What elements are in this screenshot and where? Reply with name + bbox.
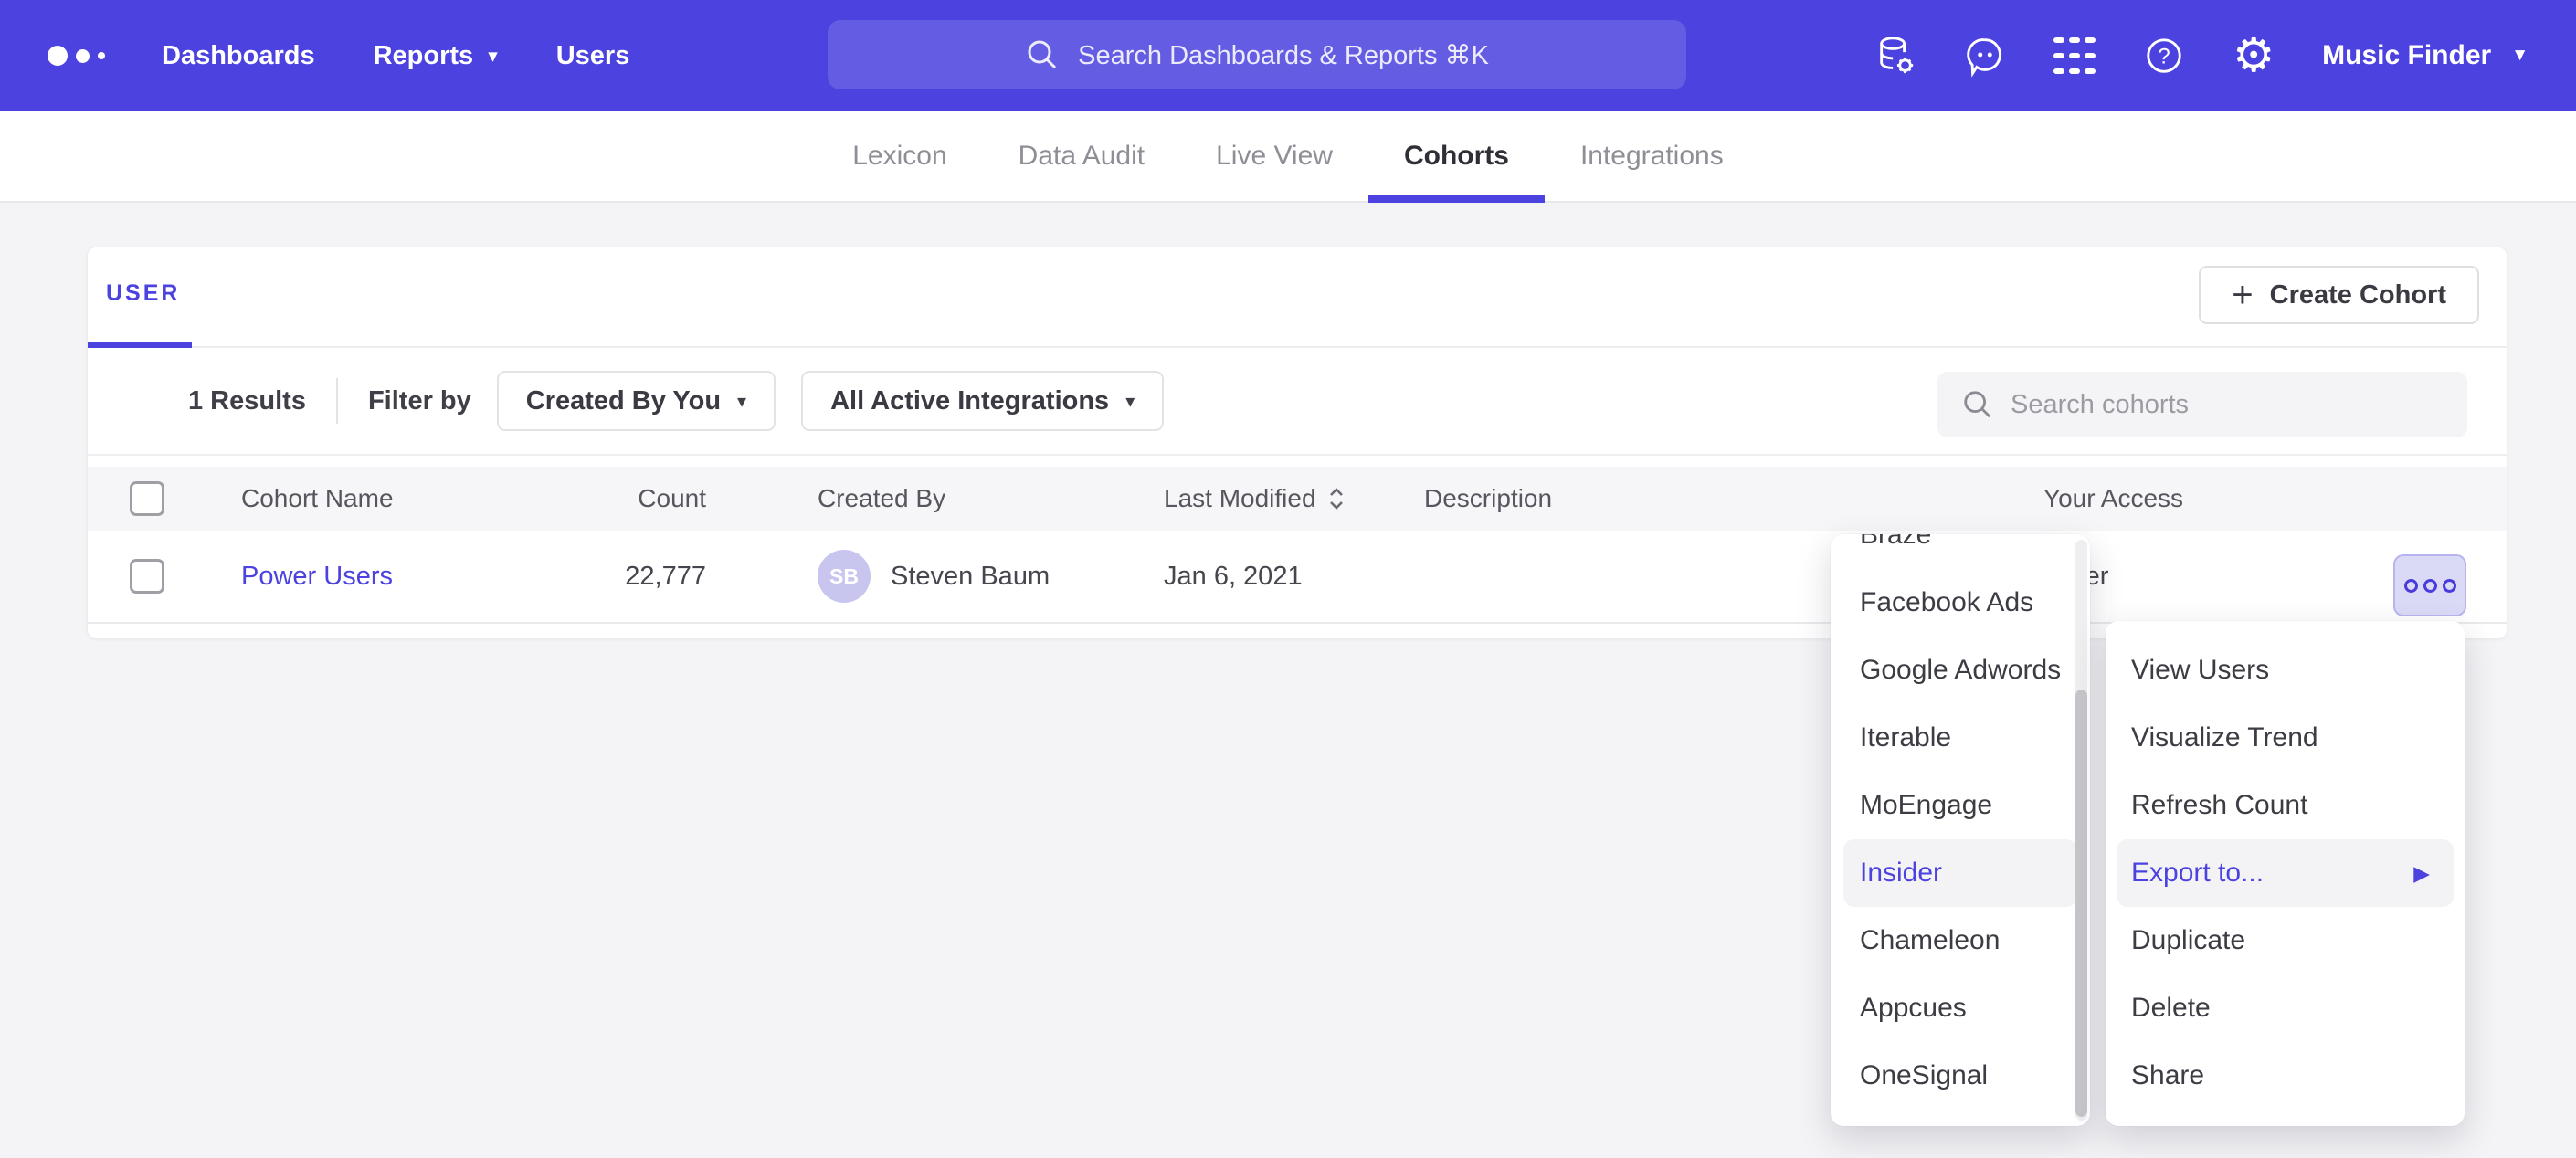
ellipsis-circle <box>2443 579 2456 593</box>
col-description[interactable]: Description <box>1424 467 1552 531</box>
cohort-search-box <box>1937 372 2467 437</box>
tab-integrations[interactable]: Integrations <box>1545 111 1759 201</box>
col-created-by[interactable]: Created By <box>818 467 945 531</box>
menu-item-view-users[interactable]: View Users <box>2106 637 2465 704</box>
menu-item-google-adwords[interactable]: Google Adwords <box>1831 637 2090 704</box>
cohort-name-link[interactable]: Power Users <box>241 531 393 622</box>
tab-user-cohorts[interactable]: USER <box>106 280 180 307</box>
col-last-modified-label: Last Modified <box>1164 467 1316 531</box>
results-count: 1 Results <box>188 386 306 416</box>
cohort-type-tabs: USER + Create Cohort <box>88 247 2507 348</box>
cohorts-page: Dashboards Reports ▾ Users Search Dashboa… <box>0 0 2576 1158</box>
menu-item-iterable[interactable]: Iterable <box>1831 704 2090 772</box>
logo-dot <box>98 52 105 59</box>
chevron-down-icon: ▾ <box>488 45 498 68</box>
integrations-dropdown[interactable]: All Active Integrations ▾ <box>801 371 1164 431</box>
menu-item-delete[interactable]: Delete <box>2106 974 2465 1042</box>
divider <box>336 378 338 424</box>
search-icon <box>1961 388 1994 421</box>
project-name: Music Finder <box>2322 40 2491 71</box>
cohort-count: 22,777 <box>499 531 706 622</box>
menu-item-insider[interactable]: Insider <box>1843 839 2077 907</box>
col-last-modified[interactable]: Last Modified <box>1164 467 1346 531</box>
cohort-search-input[interactable] <box>2011 390 2467 420</box>
svg-text:?: ? <box>2158 45 2170 69</box>
sort-up-down-icon[interactable] <box>1327 485 1346 512</box>
chevron-down-icon: ▾ <box>1125 390 1135 413</box>
row-actions-button[interactable] <box>2393 554 2466 616</box>
select-all-checkbox[interactable] <box>130 481 164 516</box>
menu-item-share[interactable]: Share <box>2106 1042 2465 1110</box>
export-to-label: Export to... <box>2131 858 2264 889</box>
menu-item-onesignal[interactable]: OneSignal <box>1831 1042 2090 1110</box>
created-by-name: Steven Baum <box>891 531 1050 622</box>
scrollbar-thumb[interactable] <box>2075 690 2087 1117</box>
active-tab-underline <box>88 342 192 348</box>
nav-dashboards[interactable]: Dashboards <box>162 41 315 71</box>
ellipsis-circle <box>2423 579 2437 593</box>
created-by-dropdown[interactable]: Created By You ▾ <box>497 371 776 431</box>
feedback-bubble-icon[interactable] <box>1964 35 2006 77</box>
table-header: Cohort Name Count Created By Last Modifi… <box>88 467 2507 531</box>
create-cohort-label: Create Cohort <box>2270 280 2446 311</box>
cohorts-card: USER + Create Cohort 1 Results Filter by… <box>87 247 2507 639</box>
help-icon[interactable]: ? <box>2143 35 2185 77</box>
last-modified-date: Jan 6, 2021 <box>1164 531 1303 622</box>
menu-item-appcues[interactable]: Appcues <box>1831 974 2090 1042</box>
settings-gear-icon[interactable]: ⚙ <box>2233 35 2275 77</box>
table-row: Power Users 22,777 SB Steven Baum Jan 6,… <box>88 531 2507 624</box>
menu-item-moengage[interactable]: MoEngage <box>1831 772 2090 839</box>
primary-nav: Dashboards Reports ▾ Users <box>162 41 688 71</box>
row-context-menu: View Users Visualize Trend Refresh Count… <box>2106 621 2465 1126</box>
filter-bar: 1 Results Filter by Created By You ▾ All… <box>88 348 2507 456</box>
global-search-placeholder: Search Dashboards & Reports ⌘K <box>1078 39 1489 71</box>
chevron-right-icon: ▶ <box>2413 861 2430 886</box>
apps-grid-icon[interactable] <box>2053 35 2096 77</box>
tab-cohorts[interactable]: Cohorts <box>1368 111 1545 201</box>
menu-item-visualize-trend[interactable]: Visualize Trend <box>2106 704 2465 772</box>
project-switcher[interactable]: Music Finder ▼ <box>2322 40 2528 71</box>
row-checkbox[interactable] <box>130 559 164 594</box>
data-management-icon[interactable] <box>1874 35 1916 77</box>
col-count[interactable]: Count <box>499 467 706 531</box>
logo-dot <box>76 49 90 63</box>
export-destinations-menu: Braze Facebook Ads Google Adwords Iterab… <box>1831 534 2090 1126</box>
integrations-dropdown-value: All Active Integrations <box>830 386 1109 416</box>
search-icon <box>1025 37 1060 72</box>
nav-users[interactable]: Users <box>556 41 630 71</box>
menu-item-export-to[interactable]: Export to... ▶ <box>2117 839 2454 907</box>
tab-lexicon[interactable]: Lexicon <box>817 111 982 201</box>
global-search[interactable]: Search Dashboards & Reports ⌘K <box>828 20 1686 89</box>
logo-dot <box>48 46 68 66</box>
menu-item-refresh-count[interactable]: Refresh Count <box>2106 772 2465 839</box>
filter-by-label: Filter by <box>368 386 471 416</box>
menu-item-duplicate[interactable]: Duplicate <box>2106 907 2465 974</box>
chevron-down-icon: ▾ <box>737 390 746 413</box>
create-cohort-button[interactable]: + Create Cohort <box>2199 266 2479 324</box>
avatar: SB <box>818 550 871 603</box>
col-cohort-name[interactable]: Cohort Name <box>241 467 394 531</box>
nav-reports-label: Reports <box>374 41 474 71</box>
menu-item-facebook-ads[interactable]: Facebook Ads <box>1831 569 2090 637</box>
tab-live-view[interactable]: Live View <box>1180 111 1368 201</box>
menu-item-chameleon[interactable]: Chameleon <box>1831 907 2090 974</box>
nav-reports[interactable]: Reports ▾ <box>374 41 498 71</box>
created-by-dropdown-value: Created By You <box>526 386 721 416</box>
section-tabs: Lexicon Data Audit Live View Cohorts Int… <box>0 111 2576 203</box>
plus-icon: + <box>2232 277 2253 313</box>
menu-item-braze[interactable]: Braze <box>1831 534 2090 569</box>
mixpanel-logo-icon[interactable] <box>48 46 105 66</box>
tab-data-audit[interactable]: Data Audit <box>983 111 1180 201</box>
top-nav: Dashboards Reports ▾ Users Search Dashboa… <box>0 0 2576 111</box>
nav-right-cluster: ? ⚙ Music Finder ▼ <box>1874 0 2576 111</box>
ellipsis-circle <box>2404 579 2418 593</box>
col-your-access[interactable]: Your Access <box>2043 467 2183 531</box>
chevron-down-icon: ▼ <box>2511 46 2528 66</box>
